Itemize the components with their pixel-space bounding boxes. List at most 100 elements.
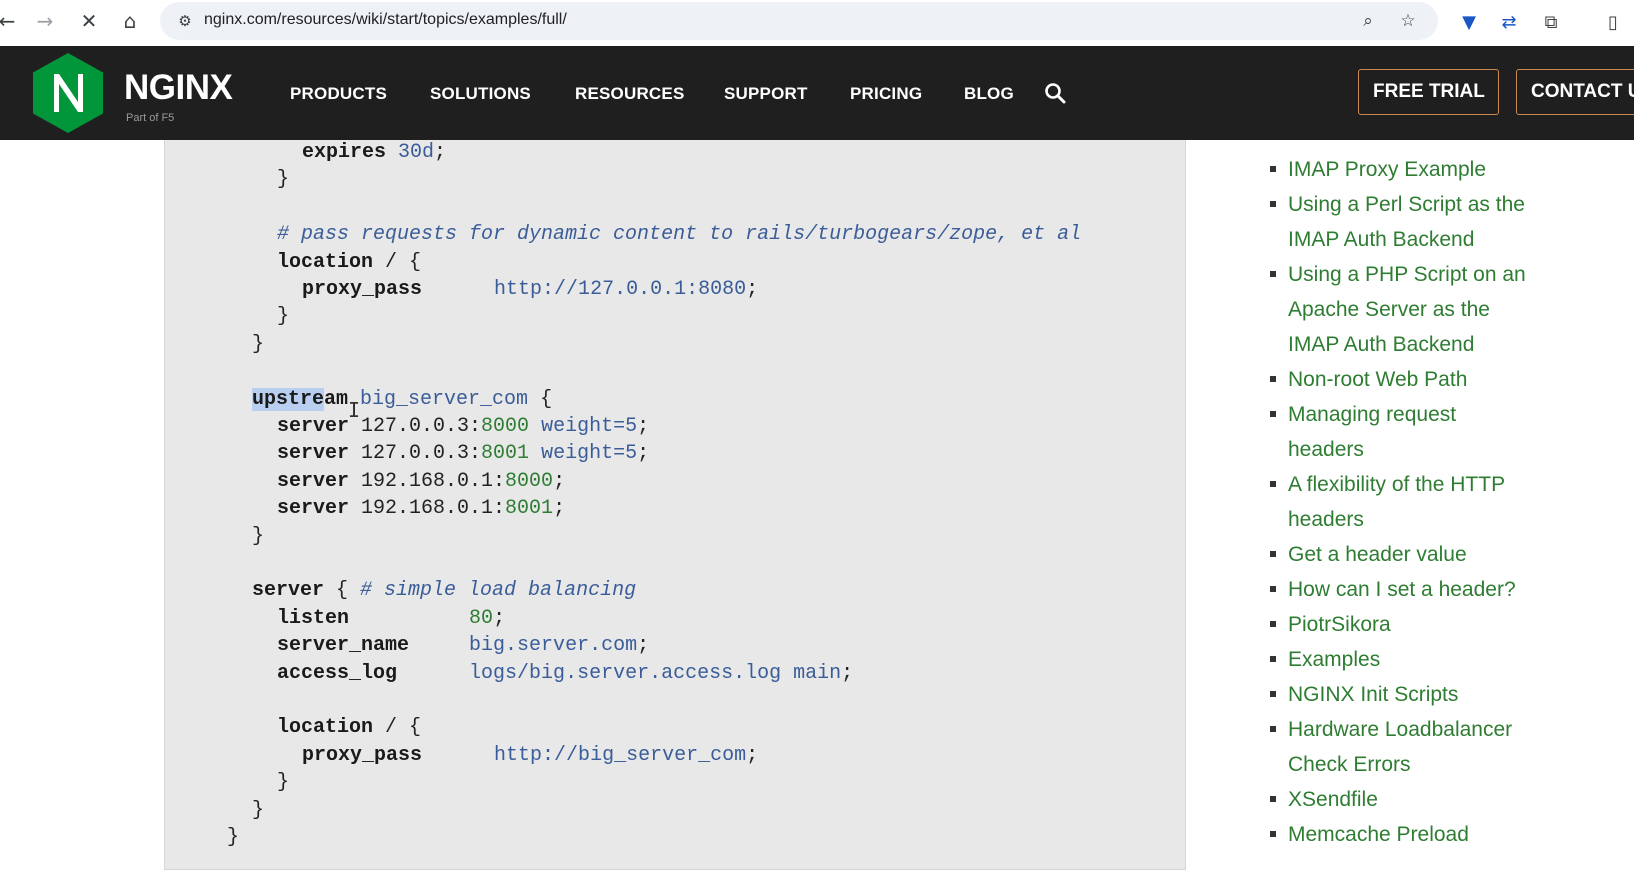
code-token: upstre <box>252 387 325 411</box>
code-token: server <box>277 415 350 438</box>
sidebar-link-label[interactable]: Get a header value <box>1288 537 1628 572</box>
code-token: big.server.com <box>469 634 638 658</box>
code-line: # pass requests for dynamic content to r… <box>277 222 1081 248</box>
sidebar-link-label[interactable]: Non-root Web Path <box>1288 362 1628 397</box>
code-token: server_name <box>277 634 410 658</box>
code-token: # pass requests for dynamic content to r… <box>277 223 1082 247</box>
code-token: proxy_pass <box>302 743 423 767</box>
sidebar-link-label[interactable]: NGINX Init Scripts <box>1288 677 1628 712</box>
nav-support[interactable]: SUPPORT <box>724 84 808 104</box>
extension-sync-icon[interactable]: ⇄ <box>1496 9 1522 35</box>
code-token: weight=5 <box>529 442 638 466</box>
code-line: proxy_pass http://big_server_com; <box>302 743 758 769</box>
code-token: # simple load balancing <box>360 579 637 603</box>
bookmark-star-icon[interactable]: ☆ <box>1396 10 1420 32</box>
code-line: server 127.0.0.3:8001 weight=5; <box>277 441 649 467</box>
address-bar[interactable]: ⚙ nginx.com/resources/wiki/start/topics/… <box>160 2 1438 40</box>
nav-products[interactable]: PRODUCTS <box>290 84 387 104</box>
code-token: } <box>227 826 240 849</box>
code-token: access_log <box>277 661 398 685</box>
code-token: listen <box>277 606 350 630</box>
site-settings-icon[interactable]: ⚙ <box>174 10 196 32</box>
code-token: ; <box>553 469 566 493</box>
bullet-icon <box>1270 831 1276 837</box>
code-line: upstream big_server_com { <box>252 387 552 413</box>
code-line: access_log logs/big.server.access.log ma… <box>277 661 853 687</box>
nav-resources[interactable]: RESOURCES <box>575 84 685 104</box>
bullet-icon <box>1270 201 1276 207</box>
code-token: server <box>277 469 350 493</box>
code-token: am <box>324 387 349 411</box>
code-token: ; <box>434 141 447 164</box>
code-line: } <box>277 167 289 193</box>
code-token: location <box>277 716 374 740</box>
code-line: } <box>277 304 289 330</box>
nav-pricing[interactable]: PRICING <box>850 84 922 104</box>
sidebar-link-label[interactable]: XSendfile <box>1288 782 1628 817</box>
home-icon[interactable]: ⌂ <box>117 8 143 34</box>
nav-blog[interactable]: BLOG <box>964 84 1014 104</box>
code-token: ; <box>553 497 566 521</box>
code-token: ; <box>746 278 759 301</box>
search-icon[interactable] <box>1044 82 1066 104</box>
sidebar-link-label[interactable]: Using a PHP Script on an Apache Server a… <box>1288 257 1628 362</box>
code-line: location / { <box>277 715 421 741</box>
code-line: } <box>252 524 264 550</box>
code-token: } <box>252 524 265 548</box>
back-arrow-icon[interactable]: ← <box>0 8 20 34</box>
sidebar-link-label[interactable]: IMAP Proxy Example <box>1288 152 1628 187</box>
free-trial-button[interactable]: FREE TRIAL <box>1358 69 1499 115</box>
bullet-icon <box>1270 621 1276 627</box>
code-line: } <box>252 332 264 358</box>
extensions-puzzle-icon[interactable]: ⧉ <box>1538 9 1564 35</box>
code-token: 192.168.0.1: <box>349 469 506 493</box>
sidebar-link-label[interactable]: Memcache Preload <box>1288 817 1628 852</box>
sidebar-link-label[interactable]: Managing request headers <box>1288 397 1628 467</box>
bullet-icon <box>1270 271 1276 277</box>
sidebar-link-label[interactable]: PiotrSikora <box>1288 607 1628 642</box>
code-token: 8000 <box>505 469 554 493</box>
nginx-logo-icon[interactable] <box>32 52 104 139</box>
extension-shield-icon[interactable]: ▼ <box>1456 9 1482 35</box>
code-block: expires 30d;} # pass requests for dynamic… <box>164 140 1186 870</box>
code-line: expires 30d; <box>302 140 446 166</box>
bullet-icon <box>1270 411 1276 417</box>
sidebar-link-label[interactable]: A flexibility of the HTTP headers <box>1288 467 1628 537</box>
side-panel-icon[interactable]: ▯ <box>1600 9 1626 35</box>
code-token: { <box>528 387 553 411</box>
code-line: } <box>252 798 264 824</box>
sidebar-link-label[interactable]: How can I set a header? <box>1288 572 1628 607</box>
sidebar-link-label[interactable]: Examples <box>1288 642 1628 677</box>
code-token: { <box>324 579 361 603</box>
nav-solutions[interactable]: SOLUTIONS <box>430 84 531 104</box>
code-token: 8000 <box>481 415 530 438</box>
logo-wordmark[interactable]: NGINX <box>124 68 233 108</box>
code-token: } <box>252 332 265 356</box>
bullet-icon <box>1270 376 1276 382</box>
code-token: / { <box>373 716 422 740</box>
code-token: 127.0.0.3: <box>349 442 482 466</box>
forward-arrow-icon[interactable]: → <box>32 8 58 34</box>
code-token: 8001 <box>505 497 554 521</box>
code-token: ; <box>841 661 854 685</box>
text-cursor-icon: I <box>348 398 361 422</box>
code-token: } <box>277 168 290 192</box>
code-token: ; <box>637 634 650 658</box>
stop-loading-icon[interactable]: ✕ <box>76 8 102 34</box>
code-token: } <box>252 798 265 822</box>
zoom-icon[interactable]: ⌕ <box>1356 10 1380 32</box>
code-token: http://127.0.0.1:8080 <box>494 278 747 301</box>
code-token: logs/big.server.access.log main <box>469 661 842 685</box>
contact-button[interactable]: CONTACT U <box>1516 69 1634 115</box>
code-token: server <box>277 442 350 466</box>
url-text[interactable]: nginx.com/resources/wiki/start/topics/ex… <box>204 11 567 29</box>
bullet-icon <box>1270 691 1276 697</box>
bullet-icon <box>1270 481 1276 487</box>
sidebar-link-label[interactable]: Using a Perl Script as the IMAP Auth Bac… <box>1288 187 1628 257</box>
sidebar-link-label[interactable]: Hardware Loadbalancer Check Errors <box>1288 712 1628 782</box>
